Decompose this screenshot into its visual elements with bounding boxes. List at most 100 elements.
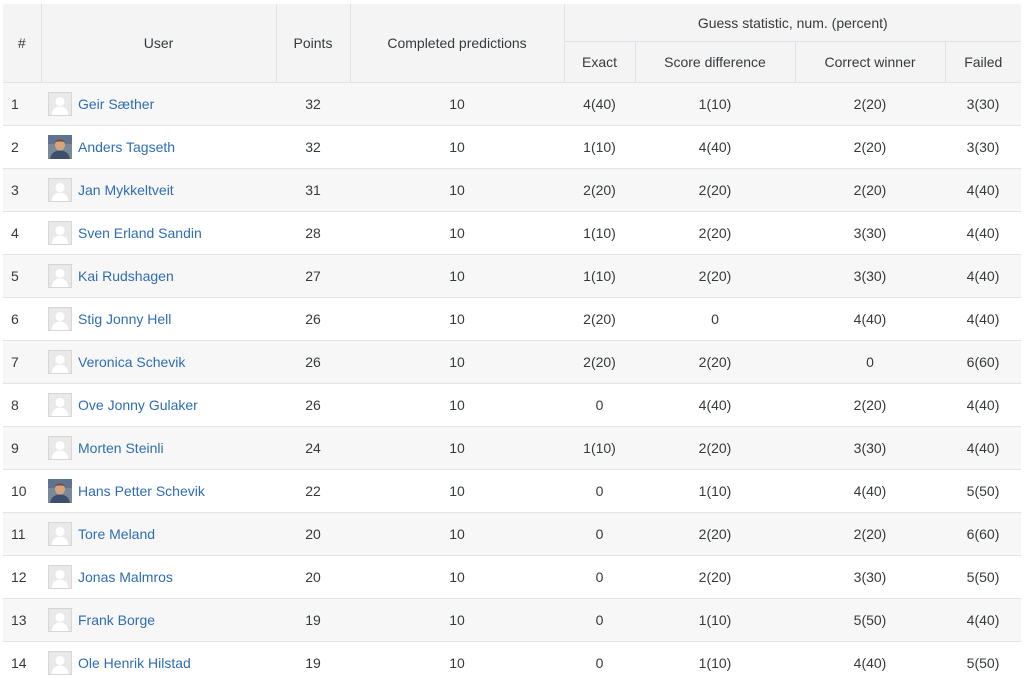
exact-cell: 1(10)	[564, 211, 635, 255]
completed-predictions-cell: 10	[350, 82, 564, 126]
score-difference-cell: 1(10)	[635, 641, 795, 685]
header-score-difference[interactable]: Score difference	[634, 41, 795, 83]
exact-cell: 0	[564, 555, 635, 599]
header-failed[interactable]: Failed	[944, 41, 1022, 83]
default-avatar-icon[interactable]	[48, 92, 72, 116]
correct-winner-cell: 2(20)	[795, 125, 945, 169]
default-avatar-icon[interactable]	[48, 522, 72, 546]
table-row: 14 Ole Henrik Hilstad 19 10 0 1(10) 4(40…	[3, 641, 1022, 685]
table-row: 5 Kai Rudshagen 27 10 1(10) 2(20) 3(30) …	[3, 254, 1022, 298]
user-link[interactable]: Ove Jonny Gulaker	[78, 397, 198, 413]
completed-predictions-cell: 10	[350, 254, 564, 298]
default-avatar-icon[interactable]	[48, 436, 72, 460]
rank-cell: 13	[3, 598, 41, 642]
user-link[interactable]: Ole Henrik Hilstad	[78, 655, 191, 671]
user-photo-icon[interactable]	[48, 479, 72, 503]
user-link[interactable]: Stig Jonny Hell	[78, 311, 171, 327]
default-avatar-icon[interactable]	[48, 264, 72, 288]
user-cell: Stig Jonny Hell	[41, 297, 276, 341]
default-avatar-icon[interactable]	[48, 565, 72, 589]
user-cell: Jonas Malmros	[41, 555, 276, 599]
rank-cell: 9	[3, 426, 41, 470]
failed-cell: 3(30)	[945, 125, 1022, 169]
table-row: 10 Hans Petter Schevik 22 10 0 1(10) 4(4…	[3, 469, 1022, 513]
points-cell: 26	[276, 340, 350, 384]
user-link[interactable]: Sven Erland Sandin	[78, 225, 202, 241]
header-user[interactable]: User	[40, 4, 276, 83]
default-avatar-icon[interactable]	[48, 608, 72, 632]
score-difference-cell: 1(10)	[635, 82, 795, 126]
default-avatar-icon[interactable]	[48, 178, 72, 202]
user-cell: Geir Sæther	[41, 82, 276, 126]
failed-cell: 3(30)	[945, 82, 1022, 126]
exact-cell: 2(20)	[564, 340, 635, 384]
table-row: 11 Tore Meland 20 10 0 2(20) 2(20) 6(60)	[3, 512, 1022, 556]
user-cell: Ole Henrik Hilstad	[41, 641, 276, 685]
score-difference-cell: 2(20)	[635, 512, 795, 556]
failed-cell: 5(50)	[945, 555, 1022, 599]
user-link[interactable]: Frank Borge	[78, 612, 155, 628]
points-cell: 24	[276, 426, 350, 470]
user-link[interactable]: Geir Sæther	[78, 96, 154, 112]
failed-cell: 4(40)	[945, 211, 1022, 255]
user-link[interactable]: Veronica Schevik	[78, 354, 185, 370]
header-rank[interactable]: #	[3, 4, 41, 83]
user-cell: Morten Steinli	[41, 426, 276, 470]
exact-cell: 1(10)	[564, 426, 635, 470]
points-cell: 26	[276, 383, 350, 427]
failed-cell: 6(60)	[945, 512, 1022, 556]
points-cell: 26	[276, 297, 350, 341]
score-difference-cell: 1(10)	[635, 469, 795, 513]
user-link[interactable]: Morten Steinli	[78, 440, 164, 456]
user-link[interactable]: Jonas Malmros	[78, 569, 173, 585]
failed-cell: 5(50)	[945, 469, 1022, 513]
user-cell: Hans Petter Schevik	[41, 469, 276, 513]
user-link[interactable]: Jan Mykkeltveit	[78, 182, 174, 198]
user-cell: Veronica Schevik	[41, 340, 276, 384]
score-difference-cell: 1(10)	[635, 598, 795, 642]
user-cell: Kai Rudshagen	[41, 254, 276, 298]
exact-cell: 4(40)	[564, 82, 635, 126]
score-difference-cell: 2(20)	[635, 555, 795, 599]
rank-cell: 11	[3, 512, 41, 556]
exact-cell: 1(10)	[564, 125, 635, 169]
default-avatar-icon[interactable]	[48, 651, 72, 676]
table-row: 12 Jonas Malmros 20 10 0 2(20) 3(30) 5(5…	[3, 555, 1022, 599]
table-row: 4 Sven Erland Sandin 28 10 1(10) 2(20) 3…	[3, 211, 1022, 255]
user-photo-icon[interactable]	[48, 135, 72, 159]
completed-predictions-cell: 10	[350, 512, 564, 556]
table-header: # User Points Completed predictions Gues…	[3, 4, 1022, 83]
points-cell: 28	[276, 211, 350, 255]
table-row: 2 Anders Tagseth 32 10 1(10) 4(40) 2(20)…	[3, 125, 1022, 169]
leaderboard-table: # User Points Completed predictions Gues…	[3, 4, 1022, 685]
score-difference-cell: 2(20)	[635, 340, 795, 384]
rank-cell: 6	[3, 297, 41, 341]
user-cell: Tore Meland	[41, 512, 276, 556]
score-difference-cell: 2(20)	[635, 254, 795, 298]
table-row: 3 Jan Mykkeltveit 31 10 2(20) 2(20) 2(20…	[3, 168, 1022, 212]
failed-cell: 4(40)	[945, 383, 1022, 427]
completed-predictions-cell: 10	[350, 426, 564, 470]
default-avatar-icon[interactable]	[48, 221, 72, 245]
correct-winner-cell: 4(40)	[795, 469, 945, 513]
default-avatar-icon[interactable]	[48, 393, 72, 417]
default-avatar-icon[interactable]	[48, 307, 72, 331]
user-cell: Sven Erland Sandin	[41, 211, 276, 255]
user-link[interactable]: Hans Petter Schevik	[78, 483, 205, 499]
default-avatar-icon[interactable]	[48, 350, 72, 374]
user-link[interactable]: Tore Meland	[78, 526, 155, 542]
table-row: 7 Veronica Schevik 26 10 2(20) 2(20) 0 6…	[3, 340, 1022, 384]
header-exact[interactable]: Exact	[563, 41, 635, 83]
header-points[interactable]: Points	[275, 4, 350, 83]
rank-cell: 3	[3, 168, 41, 212]
rank-cell: 4	[3, 211, 41, 255]
score-difference-cell: 2(20)	[635, 168, 795, 212]
user-cell: Ove Jonny Gulaker	[41, 383, 276, 427]
exact-cell: 1(10)	[564, 254, 635, 298]
rank-cell: 10	[3, 469, 41, 513]
user-link[interactable]: Kai Rudshagen	[78, 268, 174, 284]
header-completed-predictions[interactable]: Completed predictions	[349, 4, 564, 83]
header-correct-winner[interactable]: Correct winner	[794, 41, 945, 83]
user-link[interactable]: Anders Tagseth	[78, 139, 175, 155]
rank-cell: 1	[3, 82, 41, 126]
